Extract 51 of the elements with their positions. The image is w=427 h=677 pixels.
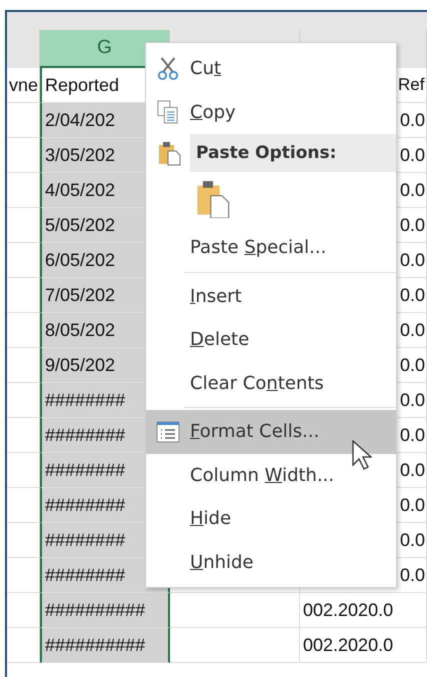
table-cell: Ref bbox=[398, 75, 424, 95]
table-cell: 0.0 bbox=[400, 284, 426, 306]
table-cell: 0.0 bbox=[400, 180, 426, 200]
table-cell: vne bbox=[8, 74, 38, 96]
table-cell: ######## bbox=[45, 460, 126, 480]
scissors-icon bbox=[157, 56, 179, 81]
clipboard-icon bbox=[158, 140, 182, 166]
table-cell: 0.0 bbox=[400, 320, 426, 340]
table-cell: 0.0 bbox=[400, 564, 426, 586]
table-cell: ######## bbox=[45, 390, 126, 410]
table-cell: 0.0 bbox=[400, 390, 426, 410]
table-cell: ######## bbox=[45, 564, 126, 586]
menu-item[interactable]: Format Cells... bbox=[146, 410, 396, 454]
table-cell: ######## bbox=[45, 424, 126, 446]
table-cell: 0.0 bbox=[400, 460, 426, 480]
table-cell: 0.0 bbox=[400, 424, 426, 446]
table-cell: ######## bbox=[45, 494, 126, 516]
table-cell: 7/05/202 bbox=[45, 284, 116, 306]
table-cell: 2/04/202 bbox=[45, 110, 116, 130]
table-cell: 3/05/202 bbox=[45, 144, 116, 166]
table-cell: 0.0 bbox=[400, 494, 426, 516]
paste-button[interactable] bbox=[196, 180, 230, 218]
table-cell: 0.0 bbox=[400, 250, 426, 270]
table-cell: 4/05/202 bbox=[45, 180, 116, 200]
table-cell: 0.0 bbox=[400, 354, 426, 376]
table-cell: 5/05/202 bbox=[45, 214, 116, 236]
menu-item[interactable]: Copy bbox=[146, 90, 396, 134]
table-cell: 002.2020.0 bbox=[303, 634, 394, 656]
table-cell: 0.0 bbox=[400, 144, 426, 166]
list-icon bbox=[156, 420, 180, 443]
menu-item[interactable]: Column Width... bbox=[146, 454, 396, 497]
menu-item[interactable]: Insert bbox=[146, 274, 396, 318]
table-cell: ########## bbox=[45, 600, 146, 620]
table-cell: 0.0 bbox=[400, 214, 426, 236]
table-cell: Reported bbox=[45, 74, 120, 96]
mouse-pointer-icon bbox=[352, 440, 372, 470]
menu-item[interactable]: Paste Special... bbox=[146, 226, 396, 270]
table-cell: ########## bbox=[45, 634, 146, 656]
copy-icon bbox=[157, 100, 179, 124]
table-cell: 6/05/202 bbox=[45, 250, 116, 270]
menu-item[interactable]: Delete bbox=[146, 318, 396, 362]
table-cell: 0.0 bbox=[400, 110, 426, 130]
table-cell: ######## bbox=[45, 530, 126, 550]
menu-header: Paste Options: bbox=[190, 134, 396, 172]
table-cell: 002.2020.0 bbox=[303, 600, 394, 620]
menu-item[interactable]: Clear Contents bbox=[146, 362, 396, 405]
table-cell: 0.0 bbox=[400, 530, 426, 550]
menu-item[interactable]: Unhide bbox=[146, 540, 396, 584]
table-cell: 8/05/202 bbox=[45, 320, 116, 340]
menu-item[interactable]: Hide bbox=[146, 497, 396, 540]
table-cell: 9/05/202 bbox=[45, 354, 116, 376]
